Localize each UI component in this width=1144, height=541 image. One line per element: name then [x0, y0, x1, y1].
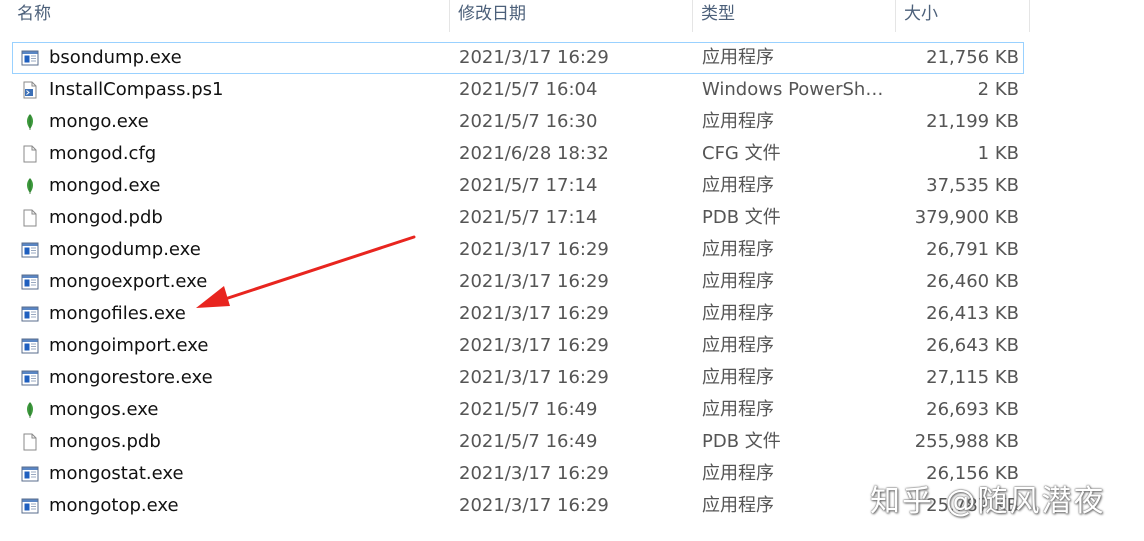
file-modified-date: 2021/3/17 16:29	[459, 495, 609, 516]
file-modified-date: 2021/3/17 16:29	[459, 271, 609, 292]
file-name: bsondump.exe	[49, 47, 182, 68]
mongodb-leaf-icon	[21, 113, 39, 131]
file-type: 应用程序	[702, 175, 774, 196]
file-row[interactable]: mongofiles.exe 2021/3/17 16:29 应用程序 26,413 …	[12, 298, 1024, 330]
file-name: mongod.cfg	[49, 143, 157, 164]
column-header-bar: 名称 修改日期 类型 大小	[0, 0, 1030, 32]
file-modified-date: 2021/3/17 16:29	[459, 47, 609, 68]
file-name: mongoexport.exe	[49, 271, 208, 292]
file-modified-date: 2021/5/7 16:30	[459, 111, 598, 132]
file-type: PDB 文件	[702, 431, 781, 452]
file-row[interactable]: mongo.exe 2021/5/7 16:30 应用程序 21,199 KB	[12, 106, 1024, 138]
file-name: mongorestore.exe	[49, 367, 213, 388]
powershell-script-icon	[21, 81, 39, 99]
app-window-icon	[21, 497, 39, 515]
blank-file-icon	[21, 433, 39, 451]
file-size: 2 KB	[977, 79, 1019, 100]
file-size: 26,643 KB	[926, 335, 1019, 356]
blank-file-icon	[21, 145, 39, 163]
file-modified-date: 2021/6/28 18:32	[459, 143, 609, 164]
file-modified-date: 2021/5/7 16:49	[459, 399, 598, 420]
file-row[interactable]: mongos.exe 2021/5/7 16:49 应用程序 26,693 KB	[12, 394, 1024, 426]
file-type: 应用程序	[702, 111, 774, 132]
file-type: PDB 文件	[702, 207, 781, 228]
mongodb-leaf-icon	[21, 401, 39, 419]
file-modified-date: 2021/5/7 17:14	[459, 175, 598, 196]
file-name: mongotop.exe	[49, 495, 179, 516]
app-window-icon	[21, 369, 39, 387]
column-header-name[interactable]: 名称	[0, 0, 450, 32]
file-size: 26,693 KB	[926, 399, 1019, 420]
file-size: 255,988 KB	[914, 431, 1019, 452]
file-type: 应用程序	[702, 47, 774, 68]
file-size: 26,413 KB	[926, 303, 1019, 324]
file-type: 应用程序	[702, 303, 774, 324]
file-row[interactable]: mongodump.exe 2021/3/17 16:29 应用程序 26,791 K…	[12, 234, 1024, 266]
file-modified-date: 2021/3/17 16:29	[459, 463, 609, 484]
watermark: 知乎 @随风潜夜	[870, 484, 1106, 519]
file-type: Windows PowerShe...	[702, 79, 892, 100]
file-type: CFG 文件	[702, 143, 781, 164]
file-name: mongoimport.exe	[49, 335, 209, 356]
file-name: mongodump.exe	[49, 239, 201, 260]
app-window-icon	[21, 305, 39, 323]
file-size: 21,199 KB	[926, 111, 1019, 132]
file-name: mongofiles.exe	[49, 303, 186, 324]
file-row[interactable]: mongos.pdb 2021/5/7 16:49 PDB 文件 255,988 KB	[12, 426, 1024, 458]
file-list: bsondump.exe 2021/3/17 16:29 应用程序 21,756 KB…	[12, 42, 1024, 522]
file-size: 379,900 KB	[914, 207, 1019, 228]
file-size: 1 KB	[977, 143, 1019, 164]
file-type: 应用程序	[702, 271, 774, 292]
file-name: mongos.exe	[49, 399, 159, 420]
file-modified-date: 2021/3/17 16:29	[459, 239, 609, 260]
file-modified-date: 2021/5/7 17:14	[459, 207, 598, 228]
file-name: mongod.exe	[49, 175, 161, 196]
file-type: 应用程序	[702, 367, 774, 388]
file-size: 27,115 KB	[926, 367, 1019, 388]
file-size: 37,535 KB	[926, 175, 1019, 196]
file-row[interactable]: mongoimport.exe 2021/3/17 16:29 应用程序 26,643…	[12, 330, 1024, 362]
app-window-icon	[21, 49, 39, 67]
file-size: 21,756 KB	[926, 47, 1019, 68]
file-size: 26,460 KB	[926, 271, 1019, 292]
file-name: mongo.exe	[49, 111, 149, 132]
file-size: 26,791 KB	[926, 239, 1019, 260]
file-modified-date: 2021/3/17 16:29	[459, 367, 609, 388]
app-window-icon	[21, 241, 39, 259]
file-modified-date: 2021/5/7 16:04	[459, 79, 598, 100]
app-window-icon	[21, 273, 39, 291]
file-name: mongod.pdb	[49, 207, 163, 228]
file-type: 应用程序	[702, 335, 774, 356]
file-name: mongos.pdb	[49, 431, 161, 452]
file-modified-date: 2021/3/17 16:29	[459, 303, 609, 324]
file-row[interactable]: mongod.pdb 2021/5/7 17:14 PDB 文件 379,900 KB	[12, 202, 1024, 234]
column-header-type[interactable]: 类型	[693, 0, 896, 32]
mongodb-leaf-icon	[21, 177, 39, 195]
file-modified-date: 2021/5/7 16:49	[459, 431, 598, 452]
blank-file-icon	[21, 209, 39, 227]
column-header-size[interactable]: 大小	[896, 0, 1030, 32]
file-row[interactable]: mongod.cfg 2021/6/28 18:32 CFG 文件 1 KB	[12, 138, 1024, 170]
file-row[interactable]: mongorestore.exe 2021/3/17 16:29 应用程序 27,11…	[12, 362, 1024, 394]
file-row[interactable]: bsondump.exe 2021/3/17 16:29 应用程序 21,756 KB	[12, 42, 1024, 74]
file-type: 应用程序	[702, 399, 774, 420]
file-row[interactable]: InstallCompass.ps1 2021/5/7 16:04 Windows …	[12, 74, 1024, 106]
app-window-icon	[21, 337, 39, 355]
column-header-date[interactable]: 修改日期	[450, 0, 693, 32]
app-window-icon	[21, 465, 39, 483]
file-row[interactable]: mongoexport.exe 2021/3/17 16:29 应用程序 26,460…	[12, 266, 1024, 298]
file-type: 应用程序	[702, 495, 774, 516]
file-name: InstallCompass.ps1	[49, 79, 224, 100]
file-name: mongostat.exe	[49, 463, 184, 484]
file-row[interactable]: mongod.exe 2021/5/7 17:14 应用程序 37,535 KB	[12, 170, 1024, 202]
file-type: 应用程序	[702, 463, 774, 484]
file-type: 应用程序	[702, 239, 774, 260]
file-modified-date: 2021/3/17 16:29	[459, 335, 609, 356]
